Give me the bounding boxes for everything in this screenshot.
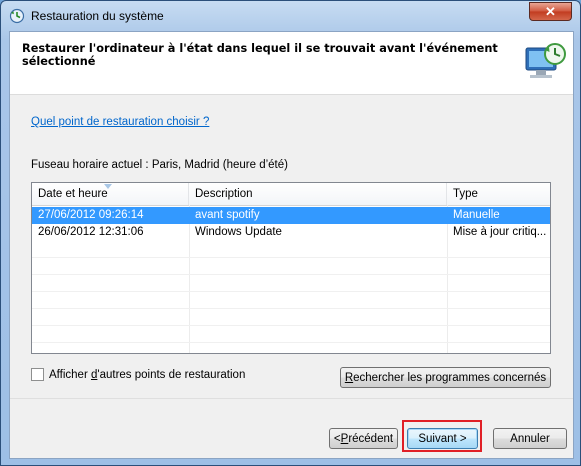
cancel-button[interactable]: Annuler — [493, 428, 567, 449]
search-affected-programs-button[interactable]: Rechercher les programmes concernés — [340, 367, 551, 388]
row-date: 27/06/2012 09:26:14 — [38, 209, 144, 221]
title-bar[interactable]: Restauration du système ✕ — [1, 1, 580, 31]
close-icon: ✕ — [545, 3, 556, 19]
timezone-label: Fuseau horaire actuel : Paris, Madrid (h… — [31, 159, 288, 171]
help-link[interactable]: Quel point de restauration choisir ? — [31, 116, 209, 128]
close-button[interactable]: ✕ — [529, 2, 572, 21]
show-more-points-checkbox[interactable] — [31, 368, 44, 381]
system-restore-icon — [9, 8, 25, 24]
previous-button-label: récédent — [348, 432, 394, 445]
row-date: 26/06/2012 12:31:06 — [38, 226, 144, 238]
search-button-label: echercher les programmes concernés — [353, 371, 547, 384]
table-row[interactable]: 27/06/2012 09:26:14 avant spotify Manuel… — [32, 207, 550, 224]
table-row[interactable]: 26/06/2012 12:31:06 Windows Update Mise … — [32, 224, 550, 241]
page-title: Restaurer l'ordinateur à l'état dans leq… — [22, 42, 498, 68]
table-header: Date et heure Description Type — [32, 183, 550, 206]
sort-arrow-icon — [104, 184, 112, 189]
header-band: Restaurer l'ordinateur à l'état dans leq… — [10, 32, 573, 95]
previous-button-arrow: < — [333, 432, 341, 445]
highlight-box — [402, 420, 482, 452]
row-description: Windows Update — [195, 226, 282, 238]
grid-line — [32, 257, 550, 258]
grid-line — [32, 308, 550, 309]
footer-divider — [10, 398, 573, 399]
grid-line — [32, 291, 550, 292]
grid-line — [32, 325, 550, 326]
row-type: Manuelle — [453, 209, 500, 221]
column-description[interactable]: Description — [189, 183, 447, 205]
restore-points-table[interactable]: Date et heure Description Type 27/06/201… — [31, 182, 551, 354]
previous-button-accel: P — [340, 432, 349, 445]
system-restore-window: Restauration du système ✕ Restaurer l'or… — [0, 0, 581, 466]
row-type: Mise à jour critiq... — [453, 226, 547, 238]
row-description: avant spotify — [195, 209, 260, 221]
grid-line — [32, 274, 550, 275]
search-button-accel: R — [344, 371, 354, 384]
column-type[interactable]: Type — [447, 183, 550, 205]
window-title: Restauration du système — [31, 9, 164, 23]
show-more-points-option[interactable]: Afficher d'autres points de restauration — [31, 368, 245, 381]
dialog-body: Restaurer l'ordinateur à l'état dans leq… — [9, 31, 574, 459]
previous-button[interactable]: < Précédent — [329, 428, 398, 449]
grid-line — [32, 342, 550, 343]
show-more-points-label: Afficher d'autres points de restauration — [49, 368, 246, 381]
restore-computer-icon — [525, 43, 566, 78]
